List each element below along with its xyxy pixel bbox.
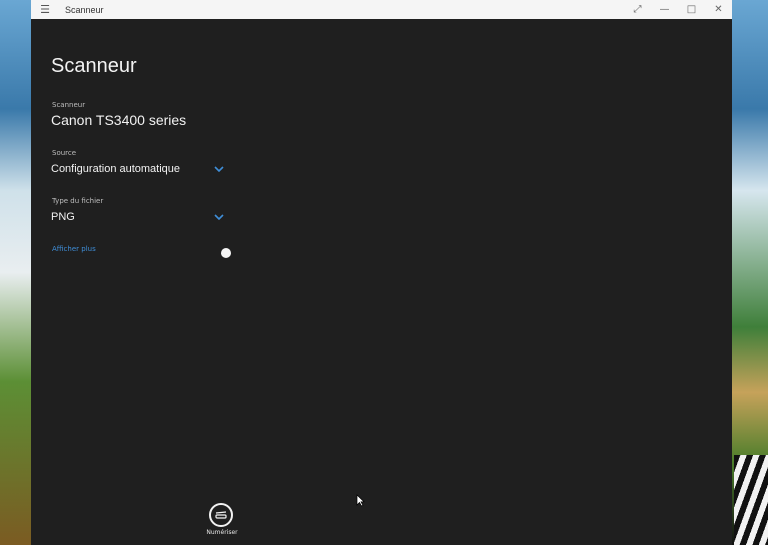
touch-pointer-indicator xyxy=(221,248,231,258)
source-value: Configuration automatique xyxy=(51,163,181,175)
close-button[interactable]: ✕ xyxy=(705,0,732,19)
minimize-button[interactable]: — xyxy=(651,0,678,19)
file-type-value: PNG xyxy=(51,211,75,223)
file-type-dropdown[interactable]: PNG xyxy=(51,208,226,226)
chevron-down-icon xyxy=(212,210,226,224)
maximize-button[interactable]: □ xyxy=(678,0,705,19)
source-label: Source xyxy=(52,149,77,157)
zebra-wallpaper-detail xyxy=(734,455,768,545)
chevron-down-icon xyxy=(212,162,226,176)
show-more-link[interactable]: Afficher plus xyxy=(52,245,96,253)
desktop-wallpaper-left xyxy=(0,0,32,545)
window-controls: ⤢ — □ ✕ xyxy=(624,0,732,19)
scanner-name: Canon TS3400 series xyxy=(51,112,187,128)
scanner-label: Scanneur xyxy=(52,101,86,109)
scanner-icon xyxy=(215,511,227,519)
mouse-cursor-icon xyxy=(356,492,365,511)
hamburger-menu-icon[interactable]: ☰ xyxy=(31,0,59,19)
window-title: Scanneur xyxy=(65,4,104,15)
scan-button-label: Numériser xyxy=(206,529,238,536)
title-bar: ☰ Scanneur ⤢ — □ ✕ xyxy=(31,0,732,19)
app-content: Scanneur Scanneur Canon TS3400 series So… xyxy=(31,19,732,545)
expand-icon[interactable]: ⤢ xyxy=(624,0,651,19)
scanner-app-window: ☰ Scanneur ⤢ — □ ✕ Scanneur Scanneur Can… xyxy=(31,0,732,545)
file-type-label: Type du fichier xyxy=(52,197,104,205)
scan-button[interactable] xyxy=(209,503,233,527)
source-dropdown[interactable]: Configuration automatique xyxy=(51,160,226,178)
page-title: Scanneur xyxy=(51,55,137,77)
